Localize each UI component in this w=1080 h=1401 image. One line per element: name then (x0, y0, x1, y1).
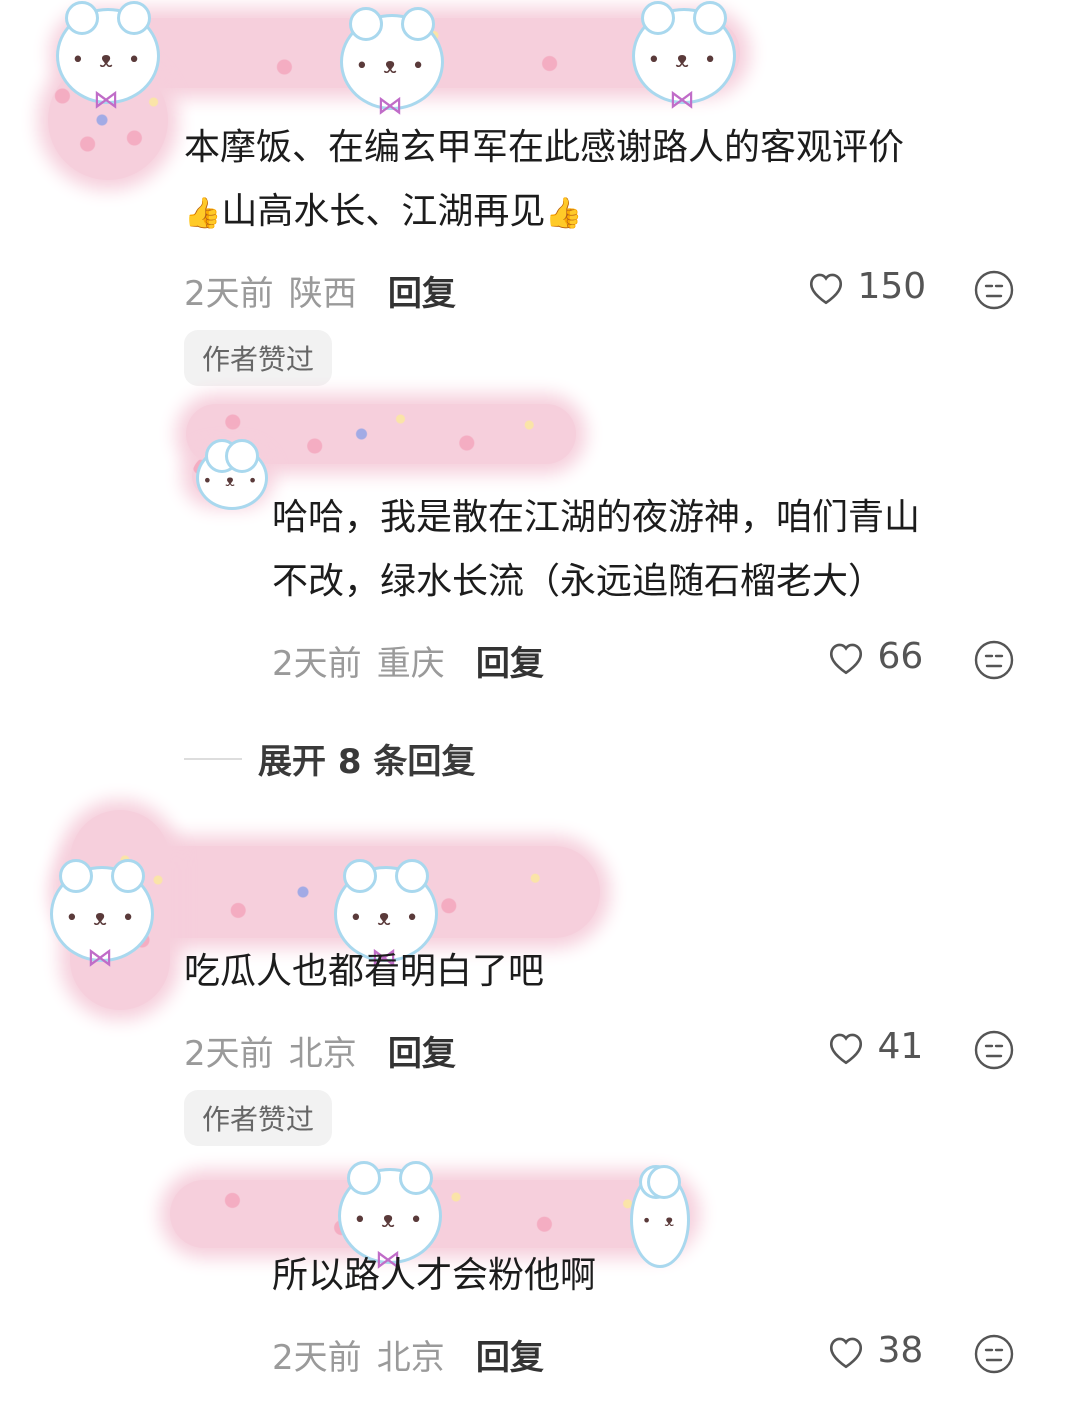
reply-button[interactable]: 回复 (388, 274, 456, 314)
comment-text: 本摩饭、在编玄甲军在此感谢路人的客观评价 👍山高水长、江湖再见👍 (184, 116, 1044, 246)
comment-location: 陕西 (288, 274, 357, 314)
like-count: 38 (877, 1330, 924, 1371)
heart-outline-icon (809, 273, 843, 305)
bear-sticker-icon: • ᴥ (630, 1165, 690, 1268)
reply-location: 北京 (376, 1338, 445, 1378)
reply-meta: 2天前 北京 回复 (272, 1330, 544, 1379)
like-button[interactable]: 41 (826, 1026, 923, 1067)
author-liked-badge: 作者赞过 (184, 1090, 333, 1146)
thumbs-up-icon: 👍 (545, 196, 583, 231)
bear-sticker-icon: • ᴥ • (196, 439, 268, 510)
reply-text: 所以路人才会粉他啊 (272, 1255, 597, 1296)
like-count: 41 (877, 1026, 924, 1067)
comment-text: 吃瓜人也都看明白了吧 (184, 951, 545, 992)
like-button[interactable]: 38 (826, 1330, 923, 1371)
heart-outline-icon (829, 643, 863, 675)
reply-meta: 2天前 重庆 回复 (272, 636, 544, 685)
reply-location: 重庆 (376, 644, 445, 684)
reply-time: 2天前 (272, 644, 362, 684)
bear-sticker-icon: • ᴥ • ⋈ (50, 859, 154, 973)
heart-outline-icon (829, 1033, 863, 1065)
heart-outline-icon (829, 1337, 863, 1369)
reply-button[interactable]: 回复 (388, 1034, 456, 1074)
thumbs-up-icon: 👍 (184, 196, 222, 231)
neutral-face-icon[interactable] (973, 1333, 1015, 1375)
like-button[interactable]: 150 (806, 266, 926, 307)
comment-meta: 2天前 北京 回复 (184, 1026, 456, 1075)
reply-text: 哈哈，我是散在江湖的夜游神，咱们青山 不改，绿水长流（永远追随石榴老大） (272, 486, 1052, 614)
like-count: 150 (857, 266, 927, 307)
reply-button[interactable]: 回复 (476, 1338, 544, 1378)
author-liked-badge: 作者赞过 (184, 330, 333, 386)
bear-sticker-icon: • ᴥ • ⋈ (632, 1, 736, 115)
expand-divider (184, 758, 242, 760)
comment-time: 2天前 (184, 1034, 274, 1074)
expand-replies-button[interactable]: 展开 8 条回复 (258, 734, 475, 783)
comment-text-line1: 本摩饭、在编玄甲军在此感谢路人的客观评价 (184, 127, 905, 168)
neutral-face-icon[interactable] (973, 269, 1015, 311)
bear-sticker-icon: • ᴥ • ⋈ (340, 7, 444, 121)
like-button[interactable]: 66 (826, 636, 923, 677)
reply-text-line1: 哈哈，我是散在江湖的夜游神，咱们青山 (272, 497, 921, 538)
comment-location: 北京 (288, 1034, 357, 1074)
comment-time: 2天前 (184, 274, 274, 314)
neutral-face-icon[interactable] (973, 1029, 1015, 1071)
bear-sticker-icon: • ᴥ • ⋈ (56, 1, 160, 115)
comment-text-line2: 👍山高水长、江湖再见👍 (184, 191, 583, 232)
reply-time: 2天前 (272, 1338, 362, 1378)
reply-text-line2: 不改，绿水长流（永远追随石榴老大） (272, 561, 885, 602)
comment-meta: 2天前 陕西 回复 (184, 266, 456, 315)
reply-button[interactable]: 回复 (476, 644, 544, 684)
like-count: 66 (877, 636, 924, 677)
neutral-face-icon[interactable] (973, 639, 1015, 681)
